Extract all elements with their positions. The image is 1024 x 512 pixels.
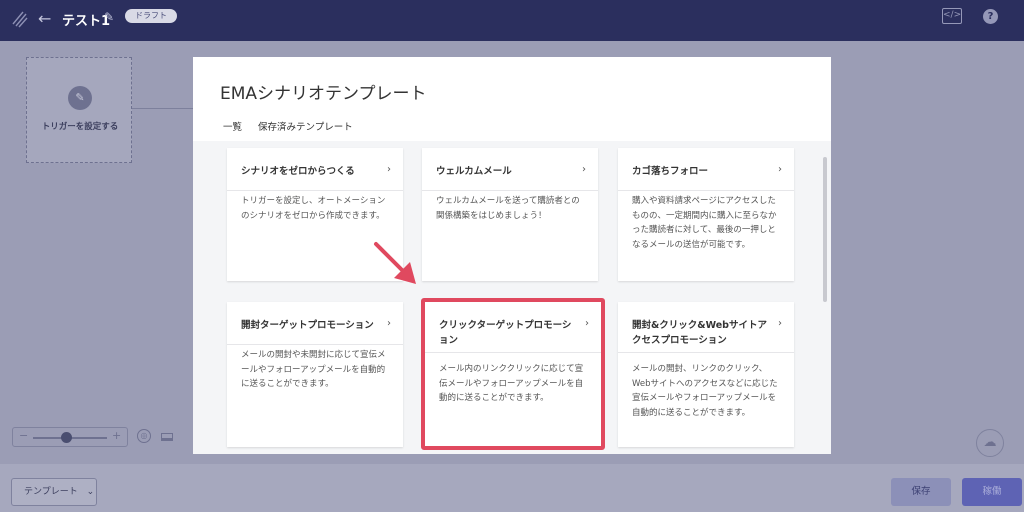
card-divider [227,344,403,345]
card-description: メールの開封や未開封に応じて宣伝メールやフォローアップメールを自動的に送ることが… [241,350,386,389]
card-title: 開封ターゲットプロモーション [241,320,374,331]
template-card-cart-abandonment[interactable]: カゴ落ちフォロー › 購入や資料請求ページにアクセスしたものの、一定期間内に購入… [618,148,794,281]
zoom-control: − + [12,427,128,447]
card-title: カゴ落ちフォロー [632,166,709,177]
draft-status-badge: ドラフト [125,9,177,23]
card-divider [618,352,794,353]
app-header: ← テスト1 ✎ ドラフト </> ? [0,0,1024,41]
pointer-arrow-icon [374,242,416,284]
template-dropdown-button[interactable]: テンプレート ⌄ [11,478,97,506]
edit-title-pencil-icon[interactable]: ✎ [104,10,114,24]
bottom-toolbar [0,464,1024,512]
template-button-label: テンプレート [24,487,78,497]
node-connector-line [132,108,194,109]
modal-title: EMAシナリオテンプレート [220,84,427,104]
activate-button[interactable]: 稼働 [962,478,1022,506]
card-divider [422,190,598,191]
code-view-icon[interactable]: </> [942,8,962,24]
template-card-welcome-mail[interactable]: ウェルカムメール › ウェルカムメールを送って購読者との関係構築をはじめましょう… [422,148,598,281]
zoom-in-button[interactable]: + [112,429,121,442]
preview-laptop-icon[interactable] [161,433,173,441]
trigger-label: トリガーを設定する [41,122,119,132]
back-arrow-icon[interactable]: ← [38,9,51,28]
scenario-title: テスト1 [62,14,111,29]
save-button[interactable]: 保存 [891,478,951,506]
tab-saved-templates[interactable]: 保存済みテンプレート [258,119,353,143]
card-divider [227,190,403,191]
card-title: ウェルカムメール [436,166,512,177]
template-card-open-click-web[interactable]: 開封&クリック&Webサイトアクセスプロモーション › メールの開封、リンクのク… [618,302,794,447]
chevron-right-icon: › [778,318,782,329]
zoom-out-button[interactable]: − [19,429,28,442]
card-description: トリガーを設定し、オートメーションのシナリオをゼロから作成できます。 [241,196,386,221]
template-card-open-target[interactable]: 開封ターゲットプロモーション › メールの開封や未開封に応じて宣伝メールやフォロ… [227,302,403,447]
cloud-sync-icon[interactable]: ☁ [976,429,1004,457]
chevron-right-icon: › [582,164,586,175]
trigger-edit-icon: ✎ [68,86,92,110]
logo-icon[interactable] [10,9,30,29]
chevron-right-icon: › [387,318,391,329]
card-description: ウェルカムメールを送って購読者との関係構築をはじめましょう！ [436,196,580,221]
card-description: 購入や資料請求ページにアクセスしたものの、一定期間内に購入に至らなかった購読者に… [632,196,777,250]
chevron-right-icon: › [778,164,782,175]
chevron-down-icon: ⌄ [86,487,95,497]
card-title: 開封&クリック&Webサイトアクセスプロモーション [632,320,767,346]
card-description: メールの開封、リンクのクリック、Webサイトへのアクセスなどに応じた宣伝メールや… [632,364,778,418]
highlight-frame [421,298,605,450]
chevron-right-icon: › [387,164,391,175]
recenter-icon[interactable]: ◎ [137,429,151,443]
zoom-slider-handle[interactable] [60,432,72,443]
card-divider [618,190,794,191]
trigger-node[interactable]: ✎ トリガーを設定する [26,57,132,163]
help-icon[interactable]: ? [983,9,998,24]
modal-scrollbar[interactable] [823,157,827,302]
card-title: シナリオをゼロからつくる [241,166,355,177]
